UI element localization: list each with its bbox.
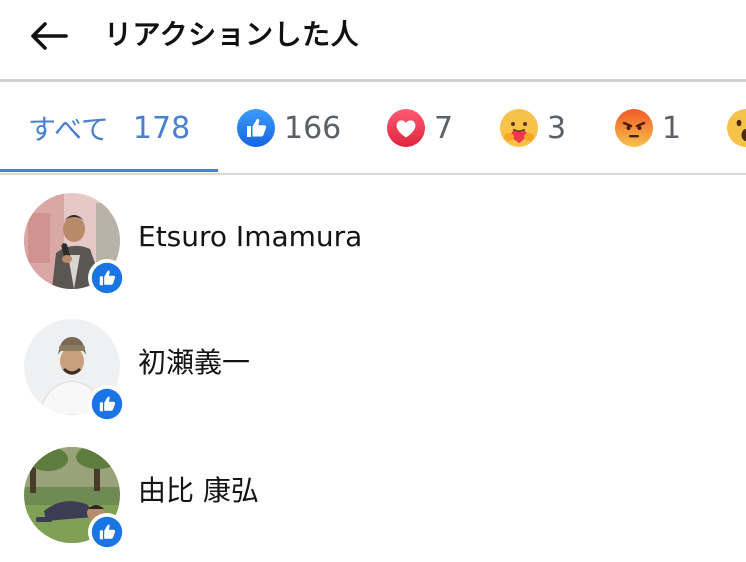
tab-all-count: 178 [132, 110, 191, 146]
angry-icon [615, 109, 653, 147]
like-icon [91, 516, 123, 548]
tab-like-count: 166 [284, 110, 342, 146]
list-item[interactable]: Etsuro Imamura [0, 175, 746, 301]
tab-love[interactable]: 7 [386, 82, 453, 174]
reaction-badge [88, 513, 126, 551]
like-icon [237, 109, 275, 147]
list-item[interactable]: 初瀬義一 [0, 301, 746, 427]
tab-all[interactable]: すべて 178 [28, 82, 190, 174]
care-icon [500, 109, 538, 147]
tab-all-active-indicator [0, 169, 218, 172]
reaction-badge [88, 259, 126, 297]
tab-care-count: 3 [547, 110, 567, 146]
person-name: 初瀬義一 [138, 346, 251, 379]
person-name: Etsuro Imamura [138, 220, 363, 253]
like-icon [91, 262, 123, 294]
tab-care[interactable]: 3 [499, 82, 566, 174]
tab-like[interactable]: 166 [236, 82, 341, 174]
avatar [24, 193, 126, 297]
wow-icon [727, 109, 746, 147]
tab-love-count: 7 [434, 110, 454, 146]
top-app-bar: リアクションした人 [0, 0, 746, 80]
avatar [24, 447, 126, 551]
list-item[interactable]: 由比 康弘 [0, 429, 746, 555]
tab-wow[interactable] [726, 82, 746, 174]
reaction-badge [88, 385, 126, 423]
person-name: 由比 康弘 [138, 474, 259, 507]
love-icon [387, 109, 425, 147]
page-title: リアクションした人 [104, 18, 360, 51]
tab-angry-count: 1 [662, 110, 682, 146]
like-icon [91, 388, 123, 420]
tab-angry[interactable]: 1 [614, 82, 681, 174]
arrow-left-icon [31, 22, 68, 50]
tab-all-label: すべて [28, 113, 109, 146]
back-button[interactable] [26, 14, 70, 58]
reaction-tabs: すべて 178 166 7 3 1 [0, 82, 746, 174]
avatar [24, 319, 126, 423]
